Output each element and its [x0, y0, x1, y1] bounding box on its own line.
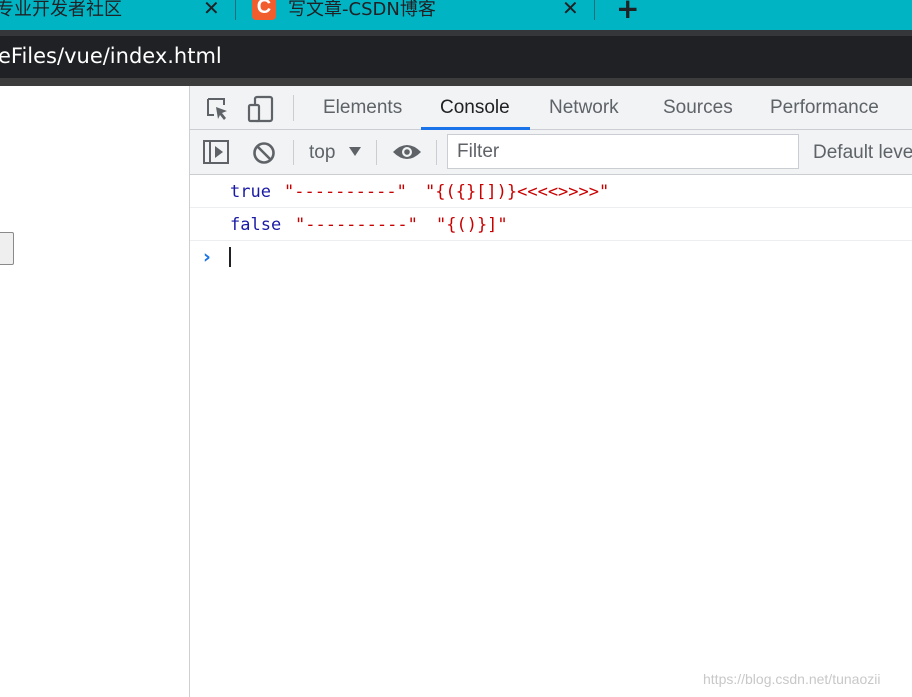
toolbar-separator [293, 95, 294, 121]
tab-divider [594, 0, 595, 20]
console-input-caret[interactable] [229, 247, 231, 267]
page-button[interactable] [0, 232, 14, 265]
toolbar-separator [376, 140, 377, 165]
inspect-element-icon[interactable] [205, 96, 231, 127]
sidebar-toggle-icon[interactable] [202, 139, 230, 170]
log-separator: "----------" [295, 215, 418, 235]
console-log-row: false "----------" "{()}]" [190, 208, 912, 241]
devtools-tab-bar: Elements Console Network Sources Perform… [190, 86, 912, 130]
context-selector[interactable]: top [309, 130, 335, 175]
tab-title: 专业开发者社区 [0, 0, 122, 20]
tab-elements[interactable]: Elements [323, 86, 402, 130]
tab-sources[interactable]: Sources [663, 86, 733, 130]
page-viewport [0, 86, 190, 697]
tab-performance[interactable]: Performance [770, 86, 879, 130]
log-separator: "----------" [284, 182, 407, 202]
csdn-favicon: C [252, 0, 276, 20]
tab-console[interactable]: Console [440, 86, 510, 130]
console-toolbar: top Default levels [190, 130, 912, 175]
toolbar-separator [293, 140, 294, 165]
clear-console-icon[interactable] [251, 140, 277, 171]
log-value: "{()}]" [436, 215, 508, 235]
close-icon[interactable]: ✕ [203, 0, 220, 20]
log-levels-dropdown[interactable]: Default levels [813, 130, 912, 175]
close-icon[interactable]: ✕ [562, 0, 579, 20]
console-log-row: true "----------" "{({}[])}<<<<>>>>" [190, 175, 912, 208]
console-prompt-icon: › [203, 246, 211, 268]
address-url[interactable]: eFiles/vue/index.html [0, 44, 222, 68]
browser-tab-csdn-write[interactable]: C 写文章-CSDN博客 ✕ [236, 0, 592, 30]
console-output: true "----------" "{({}[])}<<<<>>>>" fal… [190, 175, 912, 697]
eye-icon[interactable] [391, 142, 423, 167]
device-toolbar-icon[interactable] [247, 95, 275, 128]
tab-title: 写文章-CSDN博客 [288, 0, 436, 20]
new-tab-icon[interactable]: + [616, 0, 639, 25]
tab-network[interactable]: Network [549, 86, 619, 130]
log-bool: false [230, 215, 282, 235]
log-value: "{({}[])}<<<<>>>>" [425, 182, 610, 202]
address-bar[interactable]: eFiles/vue/index.html [0, 30, 912, 78]
browser-tab-strip: 专业开发者社区 ✕ C 写文章-CSDN博客 ✕ + [0, 0, 912, 30]
toolbar-divider [0, 78, 912, 86]
devtools-panel: Elements Console Network Sources Perform… [190, 86, 912, 697]
filter-input[interactable] [447, 134, 799, 169]
toolbar-separator [436, 140, 437, 165]
browser-tab-devcommunity[interactable]: 专业开发者社区 ✕ [0, 0, 232, 30]
dropdown-arrow-icon[interactable] [349, 147, 361, 156]
watermark: https://blog.csdn.net/tunaozii [703, 671, 881, 687]
log-bool: true [230, 182, 271, 202]
